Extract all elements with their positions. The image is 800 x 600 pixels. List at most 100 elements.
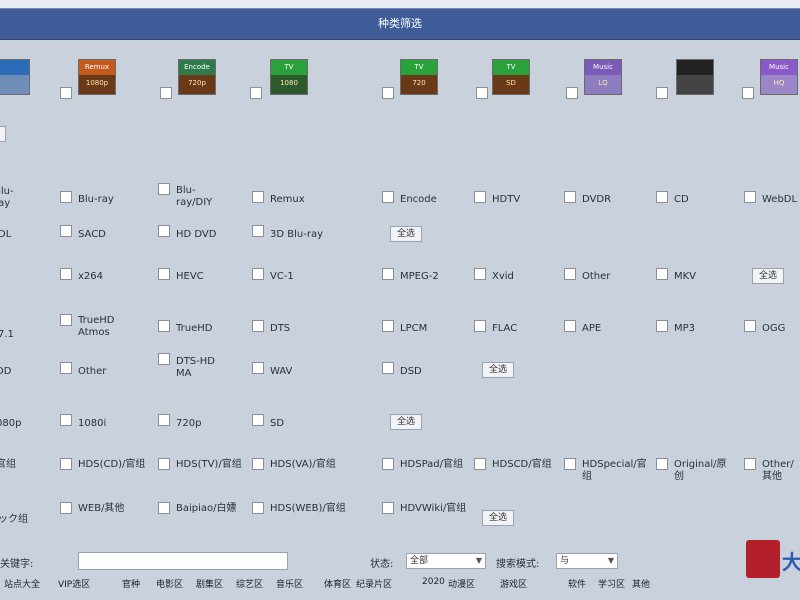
checkbox-team-11[interactable] xyxy=(252,502,264,514)
option-x264: x264 xyxy=(78,271,104,282)
link-2[interactable]: VIP选区 xyxy=(58,577,90,590)
link-9[interactable]: 纪录片区 xyxy=(356,577,392,590)
link-7[interactable]: 音乐区 xyxy=(276,577,303,590)
link-13[interactable]: 软件 xyxy=(568,577,586,590)
tv-icon-3[interactable]: TV SD xyxy=(492,55,530,97)
link-8[interactable]: 体育区 xyxy=(324,577,351,590)
checkbox-team-2[interactable] xyxy=(158,458,170,470)
status-select[interactable]: 全部 ▼ xyxy=(406,553,486,569)
select-all-codec-button[interactable]: 全选 xyxy=(752,268,785,284)
link-4[interactable]: 电影区 xyxy=(156,577,183,590)
checkbox-vc-1[interactable] xyxy=(252,268,264,280)
option-team-7: Original/原创 xyxy=(674,459,727,482)
checkbox-team-5[interactable] xyxy=(474,458,486,470)
select-all-resolution-button[interactable]: 全选 xyxy=(390,414,423,430)
checkbox-truehd-atmos[interactable] xyxy=(60,314,72,326)
checkbox-blu-ray-diy[interactable] xyxy=(158,183,170,195)
select-all-team-button[interactable]: 全选 xyxy=(482,510,515,526)
link-12[interactable]: 游戏区 xyxy=(500,577,527,590)
category-checkbox-cd[interactable] xyxy=(656,87,668,99)
option-mp3: MP3 xyxy=(674,323,696,334)
link-14[interactable]: 学习区 xyxy=(598,577,625,590)
link-11[interactable]: 动漫区 xyxy=(448,577,475,590)
checkbox-ogg[interactable] xyxy=(744,320,756,332)
checkbox-mp3[interactable] xyxy=(656,320,668,332)
checkbox-mkv[interactable] xyxy=(656,268,668,280)
bottom-link-bar: 站点大全 VIP选区 官种 电影区 剧集区 综艺区 音乐区 体育区 纪录片区 2… xyxy=(0,573,740,593)
tv-icon-1[interactable]: TV 1080 xyxy=(270,55,308,97)
checkbox-team-9[interactable] xyxy=(60,502,72,514)
option-ape: APE xyxy=(582,323,602,334)
category-checkbox-encode[interactable] xyxy=(160,87,172,99)
checkbox-720p[interactable] xyxy=(158,414,170,426)
checkbox-lpcm[interactable] xyxy=(382,320,394,332)
checkbox-team-12[interactable] xyxy=(382,502,394,514)
search-label: 关键字: xyxy=(0,559,34,570)
cd-icon[interactable] xyxy=(676,55,714,97)
category-checkbox-tv-3[interactable] xyxy=(476,87,488,99)
checkbox-dsd[interactable] xyxy=(382,362,394,374)
checkbox-truehd[interactable] xyxy=(158,320,170,332)
search-input[interactable] xyxy=(78,552,288,570)
option-1080i: 1080i xyxy=(78,418,107,429)
checkbox-wav[interactable] xyxy=(252,362,264,374)
encode-icon[interactable]: Encode 720p xyxy=(178,55,216,97)
select-all-medium-button[interactable]: 全选 xyxy=(390,226,423,242)
checkbox-webdl[interactable] xyxy=(744,191,756,203)
blu-ray-icon[interactable] xyxy=(0,55,30,97)
checkbox-xvid[interactable] xyxy=(474,268,486,280)
option-720p: 720p xyxy=(176,418,202,429)
link-3[interactable]: 官种 xyxy=(122,577,140,590)
checkbox-dts-hd-ma[interactable] xyxy=(158,353,170,365)
link-10[interactable]: 2020 xyxy=(422,577,445,587)
checkbox-sacd[interactable] xyxy=(60,225,72,237)
checkbox-x264[interactable] xyxy=(60,268,72,280)
category-checkbox-music[interactable] xyxy=(566,87,578,99)
checkbox-team-3[interactable] xyxy=(252,458,264,470)
checkbox-encode[interactable] xyxy=(382,191,394,203)
checkbox-team-4[interactable] xyxy=(382,458,394,470)
link-1[interactable]: 站点大全 xyxy=(4,577,40,590)
checkbox-sd[interactable] xyxy=(252,414,264,426)
remux-icon[interactable]: Remux 1080p xyxy=(78,55,116,97)
link-6[interactable]: 综艺区 xyxy=(236,577,263,590)
checkbox-blu-ray[interactable] xyxy=(60,191,72,203)
checkbox-team-7[interactable] xyxy=(656,458,668,470)
mode-select[interactable]: 与 ▼ xyxy=(556,553,618,569)
category-checkbox-tv-2[interactable] xyxy=(382,87,394,99)
tv-icon-2[interactable]: TV 720 xyxy=(400,55,438,97)
checkbox-1080i[interactable] xyxy=(60,414,72,426)
audio-label-2: DD xyxy=(0,366,12,377)
option-encode: Encode xyxy=(400,194,437,205)
checkbox-team-8[interactable] xyxy=(744,458,756,470)
checkbox-dts[interactable] xyxy=(252,320,264,332)
checkbox-cd[interactable] xyxy=(656,191,668,203)
checkbox-hdtv[interactable] xyxy=(474,191,486,203)
option-team-10: Baipiao/白嫖 xyxy=(176,503,237,514)
category-toggle-button[interactable] xyxy=(0,126,6,142)
music-icon[interactable]: Music LQ xyxy=(584,55,622,97)
checkbox-hevc[interactable] xyxy=(158,268,170,280)
category-checkbox-tv-1[interactable] xyxy=(250,87,262,99)
checkbox-team-1[interactable] xyxy=(60,458,72,470)
checkbox-audio-other[interactable] xyxy=(60,362,72,374)
option-hevc: HEVC xyxy=(176,271,204,282)
checkbox-team-10[interactable] xyxy=(158,502,170,514)
option-team-2: HDS(TV)/官组 xyxy=(176,459,242,470)
checkbox-mpeg-2[interactable] xyxy=(382,268,394,280)
category-checkbox-remux[interactable] xyxy=(60,87,72,99)
site-logo[interactable]: 大 xyxy=(742,540,800,580)
checkbox-flac[interactable] xyxy=(474,320,486,332)
checkbox-hd-dvd[interactable] xyxy=(158,225,170,237)
checkbox-3d-blu-ray[interactable] xyxy=(252,225,264,237)
music-hq-icon[interactable]: Music HQ xyxy=(760,55,798,97)
checkbox-team-6[interactable] xyxy=(564,458,576,470)
category-checkbox-music-hq[interactable] xyxy=(742,87,754,99)
checkbox-ape[interactable] xyxy=(564,320,576,332)
link-5[interactable]: 剧集区 xyxy=(196,577,223,590)
checkbox-codec-other[interactable] xyxy=(564,268,576,280)
link-15[interactable]: 其他 xyxy=(632,577,650,590)
select-all-audio-button[interactable]: 全选 xyxy=(482,362,515,378)
checkbox-dvdr[interactable] xyxy=(564,191,576,203)
checkbox-remux[interactable] xyxy=(252,191,264,203)
